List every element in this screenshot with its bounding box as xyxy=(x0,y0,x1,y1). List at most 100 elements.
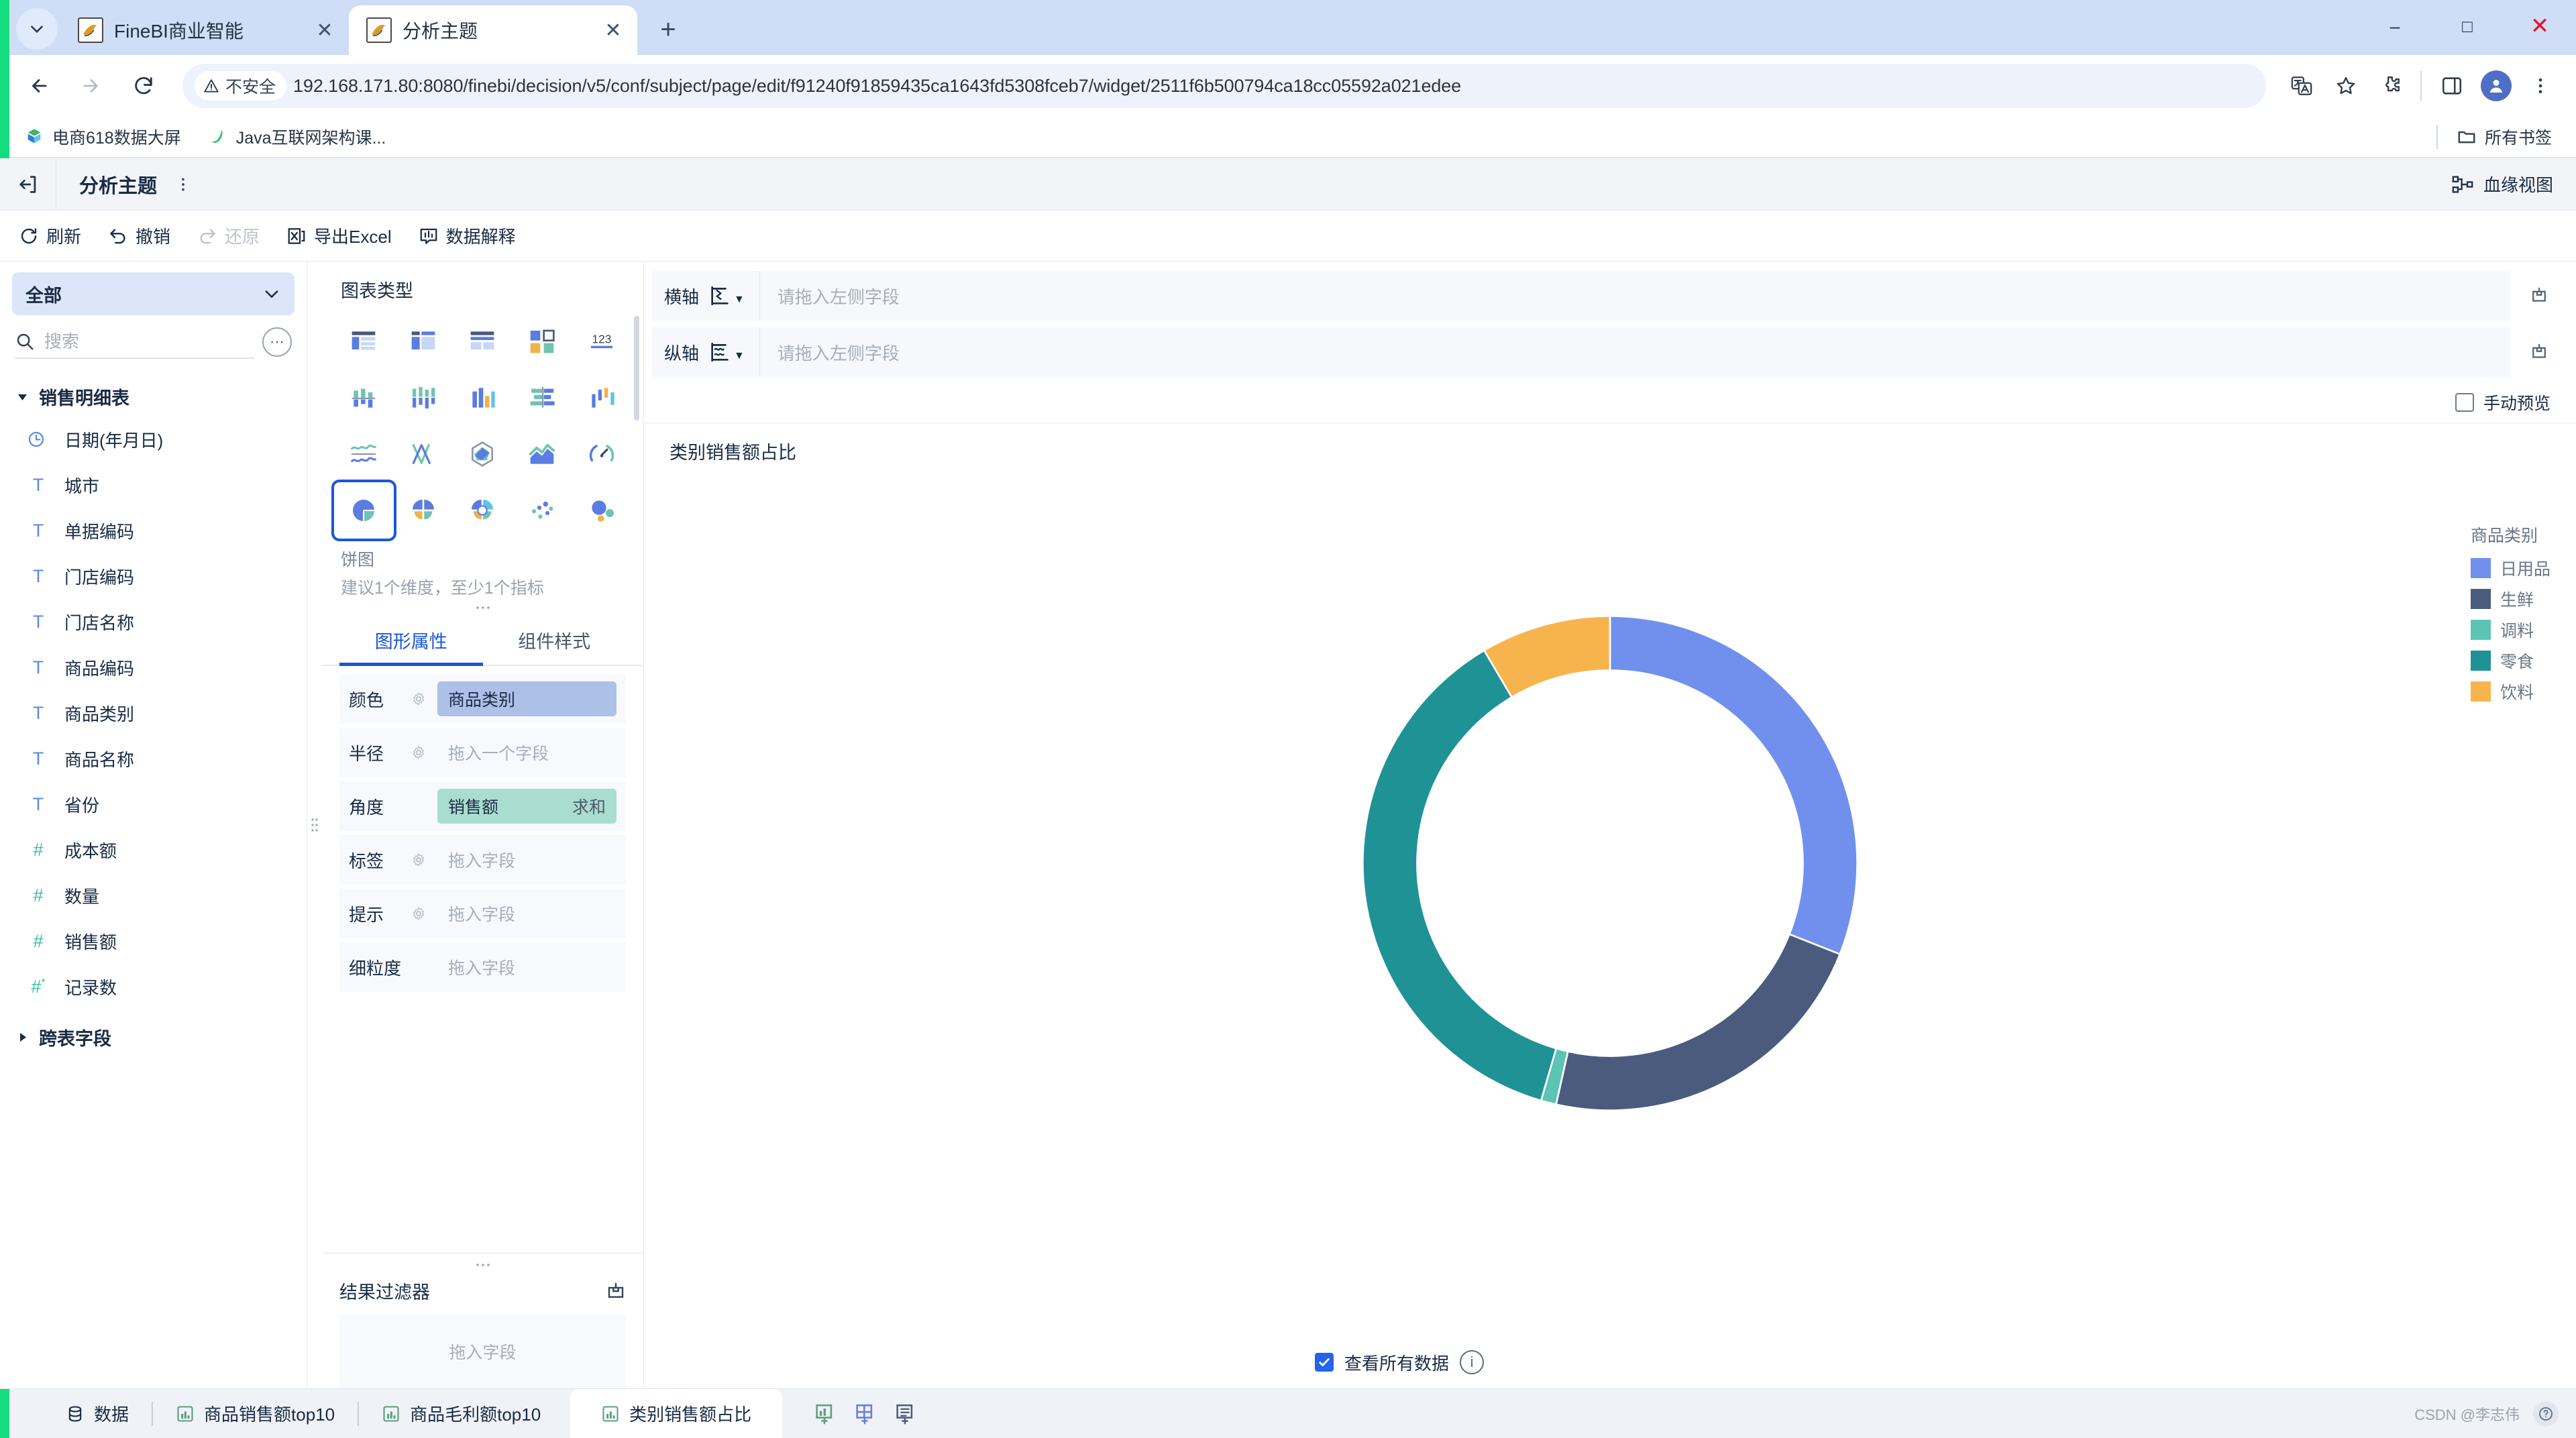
new-tab-button[interactable]: + xyxy=(649,11,687,48)
cross-table-group-header[interactable]: 跨表字段 xyxy=(16,1024,294,1050)
chart-type-scrollbar[interactable] xyxy=(634,316,639,421)
copy-icon[interactable] xyxy=(2510,327,2568,377)
chart-type-table-kanban-icon[interactable] xyxy=(513,313,572,370)
property-pill-dimension[interactable]: 商品类别 xyxy=(437,681,616,716)
avatar[interactable] xyxy=(2475,65,2517,107)
chart-type-line-dual-icon[interactable] xyxy=(334,426,394,482)
filter-add-icon[interactable] xyxy=(606,1281,626,1301)
chart-type-bar-grouped-icon[interactable] xyxy=(334,370,394,426)
help-icon[interactable] xyxy=(2533,1400,2559,1427)
field-item[interactable]: 日期(年月日) xyxy=(12,417,294,462)
legend-item[interactable]: 调料 xyxy=(2470,618,2551,642)
chart-type-table-group-icon[interactable] xyxy=(334,313,394,370)
more-vertical-icon[interactable] xyxy=(174,176,192,193)
chart-type-bar-compare-icon[interactable] xyxy=(453,370,513,426)
property-dropzone[interactable]: 拖入字段 xyxy=(437,896,616,931)
all-bookmarks-button[interactable]: 所有书签 xyxy=(2447,122,2561,152)
donut-chart[interactable] xyxy=(644,450,2576,1276)
field-item[interactable]: T 商品类别 xyxy=(12,690,294,736)
add-component-icon[interactable] xyxy=(894,1402,916,1425)
field-search[interactable] xyxy=(15,331,254,359)
bottom-tab-category-share[interactable]: 类别销售额占比 xyxy=(570,1389,783,1438)
property-row-label[interactable]: 标签 拖入字段 xyxy=(339,835,626,885)
info-icon[interactable]: i xyxy=(1460,1350,1485,1374)
field-item[interactable]: T 门店编码 xyxy=(12,553,294,599)
chart-type-pie-multilayer-icon[interactable] xyxy=(453,482,513,539)
property-row-granularity[interactable]: 细粒度 拖入字段 xyxy=(339,942,626,992)
chart-type-scatter-icon[interactable] xyxy=(513,482,572,539)
close-window-icon[interactable]: ✕ xyxy=(2504,0,2576,52)
tab-graphic-properties[interactable]: 图形属性 xyxy=(339,616,483,666)
forward-icon[interactable] xyxy=(67,62,115,110)
copy-icon[interactable] xyxy=(2510,271,2568,321)
field-item[interactable]: T 城市 xyxy=(12,462,294,508)
axis-dropzone-x[interactable]: 请拖入左侧字段 xyxy=(759,271,2510,321)
chart-type-radar-icon[interactable] xyxy=(453,426,513,482)
axis-dropzone-y[interactable]: 请拖入左侧字段 xyxy=(759,327,2510,377)
view-all-data-checkbox[interactable] xyxy=(1315,1353,1334,1372)
chart-type-pie-rose-icon[interactable] xyxy=(394,482,453,539)
lineage-view-button[interactable]: 血缘视图 xyxy=(2451,172,2553,197)
property-pill-measure[interactable]: 销售额 求和 xyxy=(437,789,616,824)
chevron-down-icon[interactable]: ▼ xyxy=(734,294,745,306)
security-warning-badge[interactable]: 不安全 xyxy=(195,71,287,101)
tab-component-style[interactable]: 组件样式 xyxy=(483,616,627,665)
field-options-icon[interactable]: ⋯ xyxy=(262,327,292,357)
side-panel-icon[interactable] xyxy=(2431,65,2473,107)
maximize-icon[interactable]: □ xyxy=(2431,0,2504,52)
bookmark-item[interactable]: Java互联网架构课... xyxy=(199,122,396,152)
chart-type-gauge-icon[interactable] xyxy=(572,426,631,482)
section-resize-handle[interactable] xyxy=(339,1256,626,1274)
gear-icon[interactable] xyxy=(411,852,433,868)
data-explain-button[interactable]: 数据解释 xyxy=(419,223,516,248)
legend-item[interactable]: 饮料 xyxy=(2470,679,2551,704)
field-item[interactable]: # 销售额 xyxy=(12,918,294,964)
bottom-tab-data[interactable]: 数据 xyxy=(43,1389,152,1438)
dataset-selector[interactable]: 全部 xyxy=(12,272,294,315)
bookmark-star-icon[interactable] xyxy=(2325,65,2367,107)
reload-icon[interactable] xyxy=(119,62,168,110)
add-chart-icon[interactable] xyxy=(813,1402,836,1425)
property-dropzone[interactable]: 拖入字段 xyxy=(437,842,616,877)
chart-type-area-icon[interactable] xyxy=(513,426,572,482)
table-group-header[interactable]: 销售明细表 xyxy=(16,384,294,410)
bookmark-item[interactable]: 电商618数据大屏 xyxy=(15,122,191,152)
exit-icon[interactable] xyxy=(0,158,56,211)
x-axis-icon[interactable]: ▼ xyxy=(708,284,745,307)
close-icon[interactable]: ✕ xyxy=(311,17,338,44)
section-resize-handle[interactable] xyxy=(322,599,643,616)
legend-item[interactable]: 零食 xyxy=(2470,649,2551,673)
chart-type-table-cross-icon[interactable] xyxy=(394,313,453,370)
bottom-tab-profit-top10[interactable]: 商品毛利额top10 xyxy=(359,1389,564,1438)
result-filter-dropzone[interactable]: 拖入字段 xyxy=(339,1315,626,1388)
property-row-angle[interactable]: 角度 销售额 求和 xyxy=(339,781,626,831)
field-item[interactable]: #* 记录数 xyxy=(12,964,294,1009)
minimize-icon[interactable]: – xyxy=(2359,0,2431,52)
y-axis-icon[interactable]: ▼ xyxy=(708,341,745,364)
property-row-color[interactable]: 颜色 商品类别 xyxy=(339,674,626,724)
translate-icon[interactable] xyxy=(2281,65,2322,107)
property-row-radius[interactable]: 半径 拖入一个字段 xyxy=(339,728,626,777)
browser-tab-0[interactable]: FineBI商业智能 ✕ xyxy=(60,5,349,55)
field-item[interactable]: # 成本额 xyxy=(12,827,294,873)
chart-type-table-detail-icon[interactable] xyxy=(453,313,513,370)
field-item[interactable]: T 单据编码 xyxy=(12,508,294,553)
gear-icon[interactable] xyxy=(411,744,433,761)
search-input[interactable] xyxy=(44,331,254,352)
chart-type-kpi-123-icon[interactable]: 123 xyxy=(572,313,631,370)
field-item[interactable]: T 省份 xyxy=(12,781,294,827)
field-item[interactable]: T 门店名称 xyxy=(12,599,294,645)
close-icon[interactable]: ✕ xyxy=(600,17,627,44)
chart-type-bubble-icon[interactable] xyxy=(572,482,631,539)
undo-button[interactable]: 撤销 xyxy=(108,223,170,248)
donut-slice[interactable] xyxy=(1609,614,1858,955)
manual-preview-checkbox[interactable] xyxy=(2455,393,2474,412)
chrome-menu-icon[interactable] xyxy=(2520,65,2561,107)
chart-type-pie-icon[interactable] xyxy=(331,480,396,541)
gear-icon[interactable] xyxy=(411,691,433,707)
chart-type-bar-multi-icon[interactable] xyxy=(394,370,453,426)
bottom-tab-sales-top10[interactable]: 商品销售额top10 xyxy=(153,1389,358,1438)
property-dropzone[interactable]: 拖入一个字段 xyxy=(437,735,616,770)
donut-chart-svg[interactable] xyxy=(1355,608,1865,1118)
browser-tab-1[interactable]: 分析主题 ✕ xyxy=(349,5,637,55)
